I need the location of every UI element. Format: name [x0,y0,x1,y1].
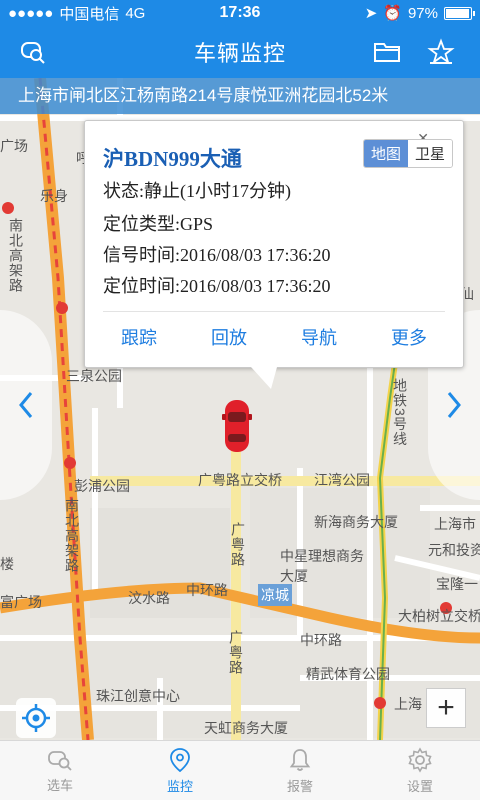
track-button[interactable]: 跟踪 [121,324,157,350]
map-label: 广粤路立交桥 [198,472,282,488]
address-bar: 上海市闸北区江杨南路214号康悦亚洲花园北52米 [0,78,480,114]
locate-type: 定位类型:GPS [103,214,214,234]
map-label: 大柏树立交桥 [398,608,480,624]
map-label: 上海市 [434,516,476,532]
tab-label: 监控 [166,778,193,794]
tab-settings[interactable]: 设置 [360,741,480,800]
map-label: 地铁3号线 [392,378,408,447]
playback-button[interactable]: 回放 [211,324,247,350]
battery-icon [444,6,475,20]
map-label: 天虹商务大厦 [204,720,288,736]
crosshair-icon [22,704,50,732]
chevron-right-icon [447,392,461,418]
location-pin-icon [170,747,190,772]
tab-bar: 选车 监控 报警 设置 [0,740,480,800]
map-type-map[interactable]: 地图 [363,140,408,167]
locate-me-button[interactable] [16,698,56,738]
vehicle-status: 状态:静止(1小时17分钟) [103,181,291,201]
map-label: 元和投资 [428,542,480,558]
map-type-toggle: 地图 卫星 [362,139,453,168]
map-label: 上海 [394,696,422,712]
bell-icon [289,748,311,771]
prev-vehicle-button[interactable] [0,310,52,500]
clock: 17:36 [219,4,261,21]
tab-label: 报警 [286,778,313,794]
vehicle-plate: 沪BDN999大通 [103,147,242,171]
map-label: 南北高架路 [64,498,80,573]
tab-monitor[interactable]: 监控 [120,741,240,800]
car-search-icon[interactable] [18,37,48,67]
map-label: 广粤路 [228,630,244,675]
map-label: 宝隆一 [436,576,478,592]
map-label: 中环路 [186,582,228,598]
carrier-label: 中国电信 [59,5,120,23]
map-type-satellite[interactable]: 卫星 [407,140,452,167]
tab-label: 设置 [406,778,433,794]
popup-tail [251,367,277,389]
tab-alarm[interactable]: 报警 [240,741,360,800]
map-label: 新海商务大厦 [314,514,398,530]
map-label: 富广场 [0,594,42,610]
signal-dots-icon: ●●●●● [8,4,54,22]
page-title: 车辆监控 [193,41,286,66]
map-label: 彭浦公园 [74,478,130,494]
map-label: 珠江创意中心 [96,688,180,704]
chevron-left-icon [19,392,33,418]
folder-icon[interactable] [372,37,402,67]
battery-percent: 97% [407,4,438,22]
car-marker-icon[interactable] [222,398,252,454]
map-label: 汶水路 [128,590,170,606]
gear-icon [408,746,432,773]
star-filter-icon[interactable] [426,37,456,67]
nav-bar: 车辆监控 [0,26,480,78]
map-label: 中星理想商务大厦 [280,548,364,584]
network-label: 4G [125,4,146,22]
map-label: 南北高架路 [8,218,24,293]
navigate-button[interactable]: 导航 [301,324,337,350]
popup-actions: 跟踪 回放 导航 更多 [103,324,445,350]
signal-time: 信号时间:2016/08/03 17:36:20 [103,245,331,265]
map-label: 楼 [0,556,14,572]
status-right: ➤ ⏰ 97% [302,4,475,22]
map-label: 江湾公园 [314,472,370,488]
plus-icon: + [437,691,455,724]
car-select-icon [48,750,72,771]
popup-divider [103,311,445,312]
location-arrow-icon: ➤ [364,5,378,22]
alarm-clock-icon: ⏰ [383,5,402,22]
map-label: 中环路 [300,632,342,648]
map-label: 广粤路 [230,522,246,567]
zoom-in-button[interactable]: + [426,688,466,728]
map-label: 三泉公园 [66,368,122,384]
tab-label: 选车 [46,777,73,793]
map-label: 乐身 [40,188,68,204]
tab-select-car[interactable]: 选车 [0,741,120,800]
more-button[interactable]: 更多 [391,324,427,350]
map-label: 精武体育公园 [306,666,390,682]
locate-time: 定位时间:2016/08/03 17:36:20 [103,276,331,296]
map-label: 凉城 [258,584,292,606]
vehicle-info-popup: 沪BDN999大通 ✕ 地图 卫星 状态:静止(1小时17分钟) 定位类型:GP… [84,120,464,389]
status-left: ●●●●● 中国电信 4G [8,3,178,24]
map-label: 广场 [0,138,28,154]
status-bar: ●●●●● 中国电信 4G 17:36 ➤ ⏰ 97% [0,0,480,26]
